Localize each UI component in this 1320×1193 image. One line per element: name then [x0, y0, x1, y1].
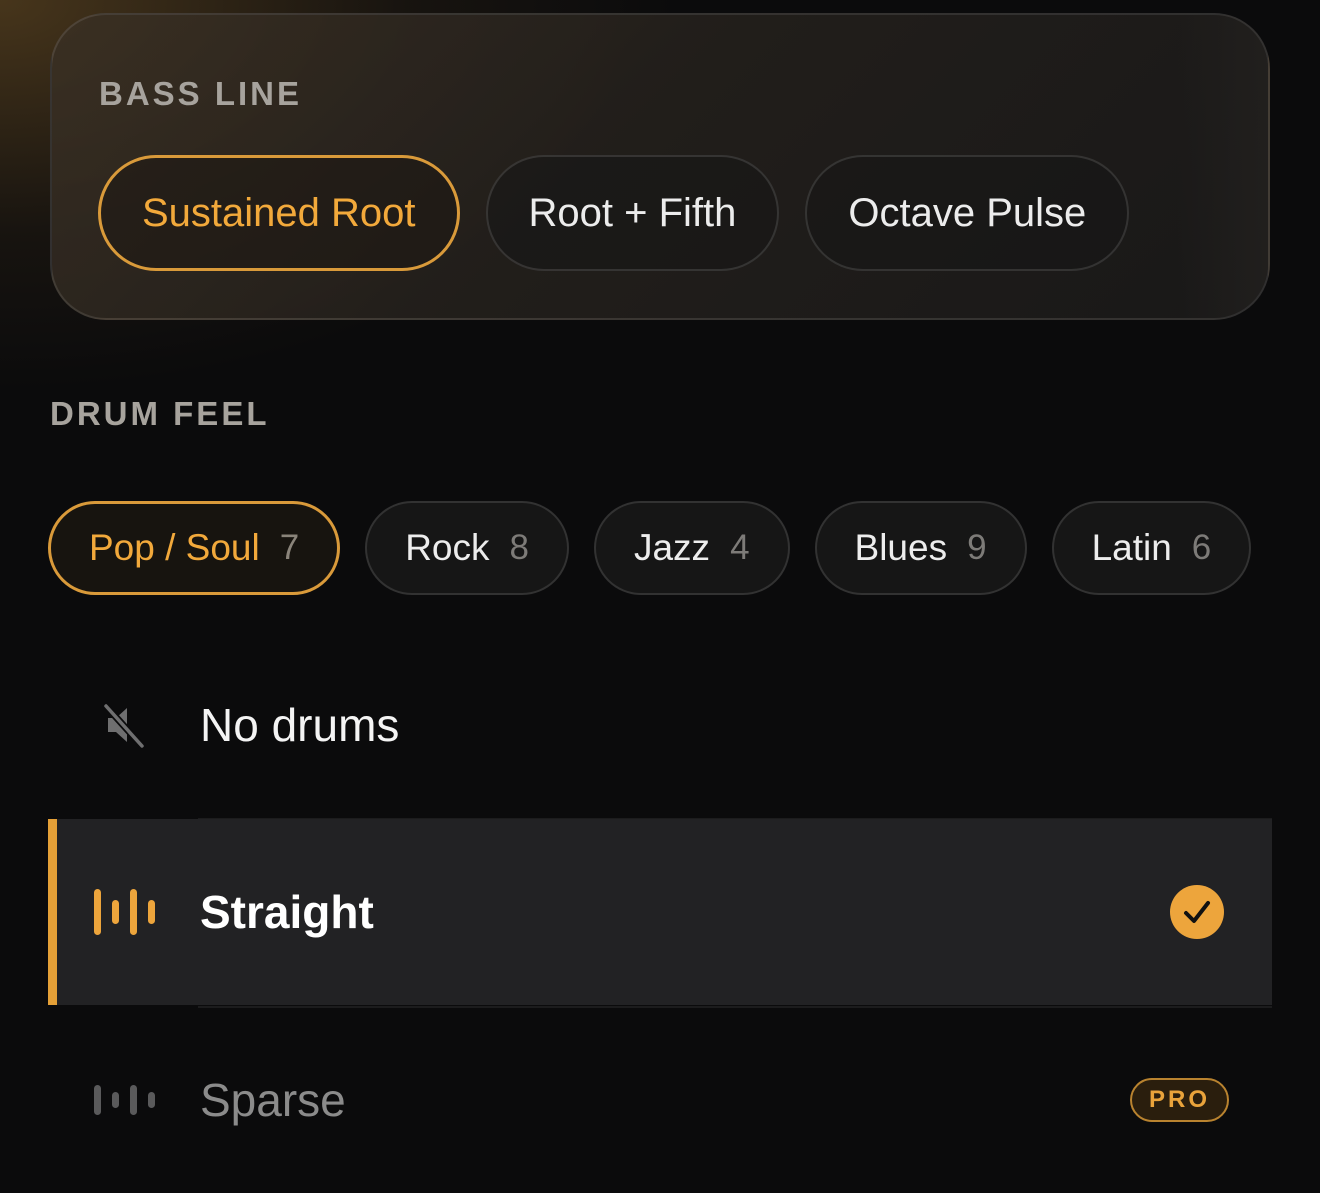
drum-feel-section-label: DRUM FEEL — [50, 395, 270, 432]
genre-tab-label: Pop / Soul — [89, 527, 260, 568]
genre-tab-latin[interactable]: Latin 6 — [1051, 501, 1252, 595]
drum-pattern-label: No drums — [200, 699, 400, 751]
scroll-fade — [1178, 15, 1268, 318]
genre-tab-label: Rock — [405, 527, 490, 568]
bass-option-label: Octave Pulse — [848, 190, 1087, 235]
drum-pattern-straight[interactable]: Straight — [48, 819, 1272, 1005]
drum-pattern-sparse[interactable]: Sparse PRO — [48, 1007, 1272, 1193]
drum-pattern-no-drums[interactable]: No drums — [48, 632, 1272, 818]
bass-line-card: BASS LINE Sustained Root Root + Fifth Oc… — [50, 13, 1270, 320]
genre-tab-count: 7 — [279, 528, 300, 567]
bass-line-section-label: BASS LINE — [99, 75, 303, 112]
genre-tab-count: 6 — [1191, 528, 1212, 567]
bass-option-label: Root + Fifth — [528, 190, 737, 235]
muted-speaker-icon — [102, 702, 146, 748]
bass-option-root-fifth[interactable]: Root + Fifth — [485, 155, 780, 271]
bass-option-label: Sustained Root — [142, 190, 416, 235]
bass-option-octave-pulse[interactable]: Octave Pulse — [805, 155, 1130, 271]
genre-tab-pop-soul[interactable]: Pop / Soul 7 — [48, 501, 341, 595]
genre-tab-label: Blues — [854, 527, 948, 568]
rhythm-bars-icon — [94, 889, 155, 935]
bass-option-sustained-root[interactable]: Sustained Root — [98, 155, 460, 271]
genre-tab-label: Jazz — [633, 527, 711, 568]
genre-tab-count: 4 — [730, 528, 750, 567]
genre-tab-rock[interactable]: Rock 8 — [365, 501, 569, 595]
checkmark-icon — [1170, 885, 1224, 939]
bass-line-options: Sustained Root Root + Fifth Octave Pulse — [98, 155, 1130, 271]
drum-pattern-label: Sparse — [200, 1074, 346, 1126]
rhythm-bars-icon — [94, 1085, 155, 1115]
pro-badge: PRO — [1129, 1078, 1229, 1122]
genre-tab-count: 9 — [967, 528, 987, 567]
drum-pattern-label: Straight — [200, 886, 374, 938]
drum-genre-tabs: Pop / Soul 7 Rock 8 Jazz 4 Blues 9 Latin… — [48, 501, 1252, 595]
genre-tab-blues[interactable]: Blues 9 — [814, 501, 1027, 595]
genre-tab-count: 8 — [509, 528, 529, 567]
genre-tab-jazz[interactable]: Jazz 4 — [593, 501, 790, 595]
genre-tab-label: Latin — [1091, 527, 1172, 568]
